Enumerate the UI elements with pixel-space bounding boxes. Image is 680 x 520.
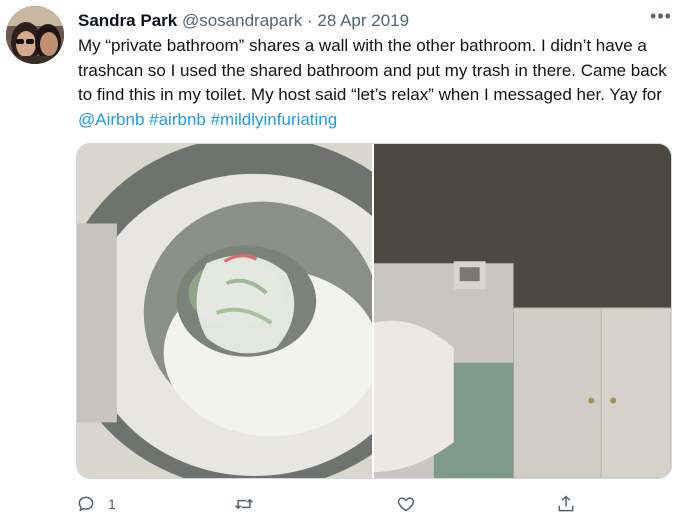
hashtag-mildlyinfuriating[interactable]: #mildlyinfuriating (211, 110, 338, 129)
header-separator: · (306, 11, 313, 30)
author-name[interactable]: Sandra Park (78, 11, 177, 30)
author-handle[interactable]: @sosandrapark (182, 11, 302, 30)
like-icon (397, 497, 415, 512)
toilet-photo[interactable] (77, 144, 372, 478)
retweet-button[interactable] (234, 492, 254, 516)
reply-button[interactable]: 1 (76, 492, 116, 516)
tweet-text: My “private bathroom” shares a wall with… (78, 34, 674, 132)
reply-icon (78, 496, 94, 511)
tweet-media (76, 143, 672, 479)
hashtag-airbnb[interactable]: #airbnb (149, 110, 206, 129)
share-icon (558, 495, 574, 512)
mention-airbnb[interactable]: @Airbnb (78, 110, 144, 129)
reply-count: 1 (108, 496, 116, 512)
like-button[interactable] (396, 492, 416, 516)
tweet-date[interactable]: 28 Apr 2019 (317, 11, 409, 30)
share-button[interactable] (556, 492, 576, 516)
tweet-text-main: My “private bathroom” shares a wall with… (78, 36, 667, 104)
more-icon[interactable]: ••• (648, 7, 674, 28)
bathroom-photo[interactable] (374, 144, 671, 478)
retweet-icon (235, 498, 253, 510)
tweet-header: Sandra Park @sosandrapark · 28 Apr 2019 (78, 10, 409, 32)
tweet-actions: 1 (76, 492, 636, 520)
avatar[interactable] (6, 6, 64, 64)
tweet-card: Sandra Park @sosandrapark · 28 Apr 2019 … (0, 0, 680, 520)
